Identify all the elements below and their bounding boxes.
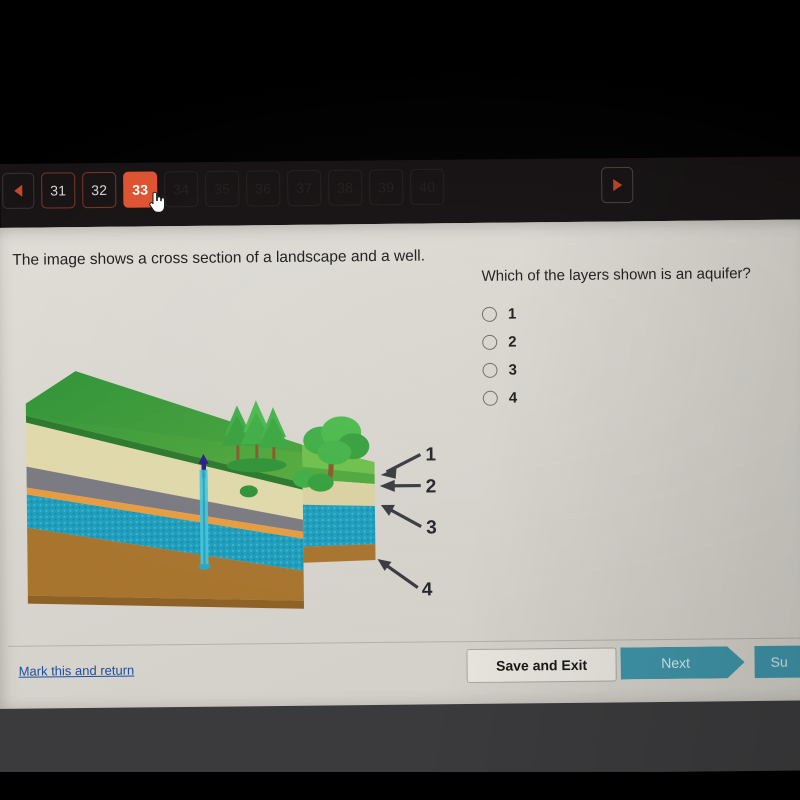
pager-button-31[interactable]: 31 bbox=[41, 172, 76, 209]
question-stem: The image shows a cross section of a lan… bbox=[12, 247, 426, 269]
top-black-band bbox=[0, 0, 800, 166]
answer-column: Which of the layers shown is an aquifer?… bbox=[481, 264, 783, 412]
mark-this-and-return-link[interactable]: Mark this and return bbox=[19, 663, 135, 679]
bottom-black-band bbox=[0, 772, 800, 800]
radio-button-4[interactable] bbox=[482, 390, 498, 406]
pager-prev-button[interactable] bbox=[2, 172, 35, 209]
pager-button-34[interactable]: 34 bbox=[164, 171, 199, 208]
radio-button-2[interactable] bbox=[482, 334, 498, 350]
option-label-3: 3 bbox=[508, 361, 517, 379]
pager-button-40[interactable]: 40 bbox=[410, 168, 445, 206]
hand-cursor-icon bbox=[149, 191, 165, 213]
footer-action-bar: Mark this and return Save and Exit Next … bbox=[0, 637, 800, 702]
option-label-2: 2 bbox=[508, 333, 517, 351]
triangle-left-icon bbox=[14, 184, 23, 197]
question-content-card: The image shows a cross section of a lan… bbox=[0, 219, 800, 714]
screen-photo: 31 32 33 34 35 36 37 38 39 40 The image … bbox=[0, 0, 800, 800]
cross-section-diagram: 1 2 3 4 bbox=[7, 355, 460, 622]
callout-label-3: 3 bbox=[426, 517, 437, 538]
option-row-1[interactable]: 1 bbox=[481, 297, 782, 328]
callout-numbers: 1 2 3 4 bbox=[422, 444, 437, 600]
footer-separator bbox=[8, 637, 800, 647]
option-row-3[interactable]: 3 bbox=[482, 353, 782, 384]
pager-next-button[interactable] bbox=[601, 166, 634, 204]
next-button[interactable]: Next bbox=[620, 646, 744, 679]
layer4-bedrock-face bbox=[303, 544, 376, 563]
radio-button-3[interactable] bbox=[482, 362, 498, 378]
pager-button-38[interactable]: 38 bbox=[328, 169, 363, 206]
question-pager: 31 32 33 34 35 36 37 38 39 40 bbox=[0, 161, 634, 215]
bottom-grey-band bbox=[0, 700, 800, 779]
callout-label-1: 1 bbox=[425, 444, 436, 465]
question-prompt: Which of the layers shown is an aquifer? bbox=[481, 265, 751, 285]
callout-arrowheads bbox=[377, 467, 397, 571]
radio-button-1[interactable] bbox=[481, 306, 498, 322]
save-and-exit-button[interactable]: Save and Exit bbox=[466, 647, 617, 684]
pager-button-36[interactable]: 36 bbox=[246, 170, 281, 207]
option-label-4: 4 bbox=[508, 389, 518, 407]
callout-label-4: 4 bbox=[422, 579, 433, 600]
option-row-4[interactable]: 4 bbox=[482, 381, 783, 412]
pager-button-35[interactable]: 35 bbox=[205, 170, 240, 208]
option-label-1: 1 bbox=[507, 305, 517, 323]
photographed-screen-content: 31 32 33 34 35 36 37 38 39 40 The image … bbox=[0, 0, 800, 800]
triangle-right-icon bbox=[612, 179, 622, 192]
pager-button-39[interactable]: 39 bbox=[369, 169, 404, 206]
pager-button-32[interactable]: 32 bbox=[82, 171, 117, 209]
option-row-2[interactable]: 2 bbox=[482, 325, 782, 356]
callout-label-2: 2 bbox=[426, 476, 437, 497]
submit-button[interactable]: Su bbox=[754, 645, 800, 678]
pager-button-37[interactable]: 37 bbox=[287, 169, 322, 207]
layer3-aquifer-face bbox=[302, 504, 376, 547]
conifer-tree-cluster bbox=[222, 400, 290, 473]
